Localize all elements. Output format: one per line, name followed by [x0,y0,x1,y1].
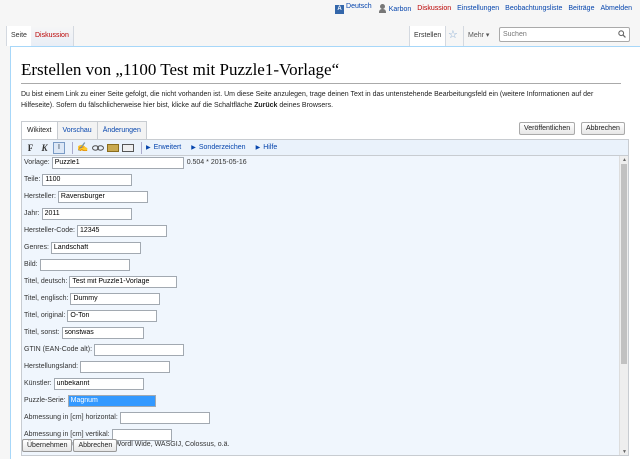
field-row: Künstler: [24,377,144,390]
user-talk-link[interactable]: Diskussion [417,5,451,12]
italic-button[interactable]: K [39,142,50,154]
tab-bar: Seite Diskussion Erstellen ☆ Mehr ▾ [0,26,640,46]
watchlist-link[interactable]: Beobachtungsliste [505,5,562,12]
search-icon[interactable] [618,30,626,38]
field-row: Jahr: [24,207,132,220]
language-link[interactable]: A Deutsch [335,3,372,14]
field-jahr[interactable] [41,207,132,220]
field-teile[interactable] [42,173,133,186]
user-icon [378,4,387,13]
scroll-up-icon[interactable]: ▲ [620,156,628,164]
form-scrollbar[interactable]: ▲ ▼ [619,156,628,455]
template-form: Vorlage: 0.504 * 2015-05-16 Teile: Herst… [21,156,629,456]
help-menu[interactable]: ▶ Hilfe [256,144,278,151]
internal-link-button[interactable]: I [53,141,65,154]
apply-button[interactable]: Übernehmen [22,439,73,452]
field-row: Abmessung in [cm] horizontal: [24,411,210,424]
tab-page[interactable]: Seite [6,26,32,46]
triangle-right-icon: ▶ [191,145,196,151]
content-area: Erstellen von „1100 Test mit Puzzle1-Vor… [10,46,640,459]
tab-preview[interactable]: Vorschau [56,121,98,139]
scroll-down-icon[interactable]: ▼ [620,448,628,455]
field-titel-englisch[interactable] [70,292,161,305]
field-row: Teile: [24,173,133,186]
toolbar-divider [72,141,73,154]
tab-wikitext[interactable]: Wikitext [21,121,58,140]
field-row: Herstellungsland: [24,360,171,373]
field-bild[interactable] [39,258,130,271]
abort-button[interactable]: Abbrechen [73,439,118,452]
publish-button[interactable]: Veröffentlichen [519,122,576,135]
edit-toolbar: F K I ✍ ▶ Erweitert ▶ Sonderzeichen ▶ Hilfe [21,139,629,156]
personal-bar: A Deutsch Karbon Diskussion Einstellungen… [335,3,632,14]
tab-changes[interactable]: Änderungen [96,121,147,139]
field-row: Titel, original: [24,309,158,322]
triangle-right-icon: ▶ [146,145,151,151]
field-row: Hersteller: [24,190,148,203]
user-link[interactable]: Karbon [378,4,411,13]
field-kuenstler[interactable] [53,377,144,390]
field-titel-deutsch[interactable] [69,275,178,288]
special-chars-menu[interactable]: ▶ Sonderzeichen [191,144,245,151]
search-input[interactable] [500,28,615,41]
field-row: Titel, deutsch: [24,275,178,288]
editor-tabs: Wikitext Vorschau Änderungen [21,121,147,140]
image-icon[interactable] [107,143,119,152]
language-icon: A [335,5,345,14]
field-hersteller[interactable] [57,190,148,203]
tab-talk[interactable]: Diskussion [31,26,74,46]
field-titel-sonst[interactable] [61,326,144,339]
field-herstellungsland[interactable] [80,360,171,373]
field-row: Titel, englisch: [24,292,161,305]
search-box [499,27,630,42]
version-note: 0.504 * 2015-05-16 [186,159,247,166]
toolbar-divider [141,141,142,154]
scrollbar-thumb[interactable] [621,164,627,364]
field-titel-original[interactable] [67,309,158,322]
intro-text: Du bist einem Link zu einer Seite gefolg… [21,91,594,109]
contributions-link[interactable]: Beiträge [568,5,594,12]
cancel-button[interactable]: Abbrechen [581,122,625,135]
field-row: Vorlage: 0.504 * 2015-05-16 [24,156,247,169]
triangle-right-icon: ▶ [255,145,261,151]
field-row: Genres: [24,241,141,254]
page-title: Erstellen von „1100 Test mit Puzzle1-Vor… [21,60,621,84]
field-row: Hersteller-Code: [24,224,167,237]
field-row: GTIN (EAN-Code alt): [24,343,185,356]
advanced-menu[interactable]: ▶ Erweitert [146,144,181,151]
field-row: Puzzle-Serie: [24,394,156,407]
field-row: Bild: [24,258,130,271]
more-menu[interactable]: Mehr ▾ [463,26,493,46]
media-icon[interactable] [122,143,134,152]
signature-icon[interactable]: ✍ [77,142,89,154]
field-gtin[interactable] [94,343,185,356]
tab-create[interactable]: Erstellen [409,26,447,46]
link-icon[interactable] [92,142,104,154]
field-row: Titel, sonst: [24,326,144,339]
field-hersteller-code[interactable] [76,224,167,237]
logout-link[interactable]: Abmelden [600,5,632,12]
field-genres[interactable] [50,241,141,254]
field-puzzle-serie[interactable] [67,394,156,407]
watch-star-icon[interactable]: ☆ [448,29,458,41]
preferences-link[interactable]: Einstellungen [457,5,499,12]
bold-button[interactable]: F [25,142,36,154]
field-vorlage[interactable] [51,156,184,169]
form-buttons: Übernehmen Abbrechen [22,439,118,452]
field-abmessung-horizontal[interactable] [119,411,210,424]
